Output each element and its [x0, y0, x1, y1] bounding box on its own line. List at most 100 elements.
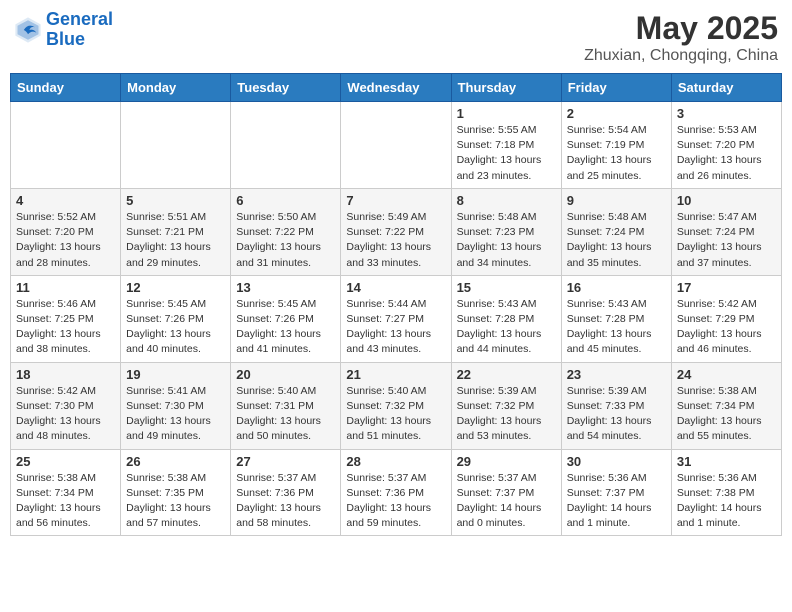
day-cell-14: 14 Sunrise: 5:44 AM Sunset: 7:27 PM Dayli… — [341, 275, 451, 362]
day-number: 19 — [126, 367, 225, 382]
day-info: Sunrise: 5:39 AM Sunset: 7:32 PM Dayligh… — [457, 384, 556, 445]
day-cell-30: 30Sunrise: 5:36 AM Sunset: 7:37 PM Dayli… — [561, 449, 671, 536]
day-info: Sunrise: 5:52 AM Sunset: 7:20 PM Dayligh… — [16, 210, 115, 271]
logo: GeneralBlue — [14, 10, 113, 50]
weekday-header-wednesday: Wednesday — [341, 74, 451, 102]
empty-cell — [11, 102, 121, 189]
day-number: 8 — [457, 193, 556, 208]
day-cell-17: 17 Sunrise: 5:42 AM Sunset: 7:29 PM Dayli… — [671, 275, 781, 362]
day-number: 11 — [16, 280, 115, 295]
day-number: 17 — [677, 280, 776, 295]
day-cell-8: 8 Sunrise: 5:48 AM Sunset: 7:23 PM Daylig… — [451, 188, 561, 275]
week-row-3: 11 Sunrise: 5:46 AM Sunset: 7:25 PM Dayli… — [11, 275, 782, 362]
day-number: 18 — [16, 367, 115, 382]
day-info: Sunrise: 5:39 AM Sunset: 7:33 PM Dayligh… — [567, 384, 666, 445]
day-info: Sunrise: 5:36 AM Sunset: 7:38 PM Dayligh… — [677, 471, 776, 532]
day-cell-10: 10 Sunrise: 5:47 AM Sunset: 7:24 PM Dayli… — [671, 188, 781, 275]
day-number: 24 — [677, 367, 776, 382]
day-cell-20: 20Sunrise: 5:40 AM Sunset: 7:31 PM Dayli… — [231, 362, 341, 449]
day-info: Sunrise: 5:48 AM Sunset: 7:23 PM Dayligh… — [457, 210, 556, 271]
day-info: Sunrise: 5:46 AM Sunset: 7:25 PM Dayligh… — [16, 297, 115, 358]
day-info: Sunrise: 5:37 AM Sunset: 7:37 PM Dayligh… — [457, 471, 556, 532]
day-info: Sunrise: 5:48 AM Sunset: 7:24 PM Dayligh… — [567, 210, 666, 271]
day-cell-27: 27Sunrise: 5:37 AM Sunset: 7:36 PM Dayli… — [231, 449, 341, 536]
day-info: Sunrise: 5:51 AM Sunset: 7:21 PM Dayligh… — [126, 210, 225, 271]
day-number: 14 — [346, 280, 445, 295]
week-row-2: 4 Sunrise: 5:52 AM Sunset: 7:20 PM Daylig… — [11, 188, 782, 275]
day-number: 25 — [16, 454, 115, 469]
day-number: 23 — [567, 367, 666, 382]
day-cell-19: 19Sunrise: 5:41 AM Sunset: 7:30 PM Dayli… — [121, 362, 231, 449]
day-number: 1 — [457, 106, 556, 121]
day-cell-18: 18 Sunrise: 5:42 AM Sunset: 7:30 PM Dayli… — [11, 362, 121, 449]
day-info: Sunrise: 5:43 AM Sunset: 7:28 PM Dayligh… — [567, 297, 666, 358]
day-cell-23: 23 Sunrise: 5:39 AM Sunset: 7:33 PM Dayli… — [561, 362, 671, 449]
day-info: Sunrise: 5:42 AM Sunset: 7:29 PM Dayligh… — [677, 297, 776, 358]
weekday-header-friday: Friday — [561, 74, 671, 102]
day-cell-4: 4 Sunrise: 5:52 AM Sunset: 7:20 PM Daylig… — [11, 188, 121, 275]
day-number: 27 — [236, 454, 335, 469]
week-row-5: 25Sunrise: 5:38 AM Sunset: 7:34 PM Dayli… — [11, 449, 782, 536]
day-cell-3: 3Sunrise: 5:53 AM Sunset: 7:20 PM Daylig… — [671, 102, 781, 189]
day-cell-26: 26Sunrise: 5:38 AM Sunset: 7:35 PM Dayli… — [121, 449, 231, 536]
week-row-1: 1 Sunrise: 5:55 AM Sunset: 7:18 PM Daylig… — [11, 102, 782, 189]
day-number: 2 — [567, 106, 666, 121]
day-info: Sunrise: 5:53 AM Sunset: 7:20 PM Dayligh… — [677, 123, 776, 184]
day-number: 29 — [457, 454, 556, 469]
day-cell-11: 11 Sunrise: 5:46 AM Sunset: 7:25 PM Dayli… — [11, 275, 121, 362]
day-cell-1: 1 Sunrise: 5:55 AM Sunset: 7:18 PM Daylig… — [451, 102, 561, 189]
page-header: GeneralBlue May 2025 Zhuxian, Chongqing,… — [10, 10, 782, 65]
location-title: Zhuxian, Chongqing, China — [584, 47, 778, 65]
weekday-header-saturday: Saturday — [671, 74, 781, 102]
day-number: 4 — [16, 193, 115, 208]
weekday-header-sunday: Sunday — [11, 74, 121, 102]
day-number: 12 — [126, 280, 225, 295]
day-info: Sunrise: 5:43 AM Sunset: 7:28 PM Dayligh… — [457, 297, 556, 358]
logo-text: GeneralBlue — [46, 10, 113, 50]
day-number: 7 — [346, 193, 445, 208]
day-info: Sunrise: 5:47 AM Sunset: 7:24 PM Dayligh… — [677, 210, 776, 271]
weekday-header-tuesday: Tuesday — [231, 74, 341, 102]
day-cell-31: 31Sunrise: 5:36 AM Sunset: 7:38 PM Dayli… — [671, 449, 781, 536]
day-number: 6 — [236, 193, 335, 208]
day-info: Sunrise: 5:45 AM Sunset: 7:26 PM Dayligh… — [236, 297, 335, 358]
empty-cell — [341, 102, 451, 189]
day-number: 22 — [457, 367, 556, 382]
day-number: 26 — [126, 454, 225, 469]
day-cell-24: 24 Sunrise: 5:38 AM Sunset: 7:34 PM Dayli… — [671, 362, 781, 449]
day-info: Sunrise: 5:49 AM Sunset: 7:22 PM Dayligh… — [346, 210, 445, 271]
day-number: 5 — [126, 193, 225, 208]
day-number: 10 — [677, 193, 776, 208]
day-info: Sunrise: 5:36 AM Sunset: 7:37 PM Dayligh… — [567, 471, 666, 532]
day-cell-6: 6 Sunrise: 5:50 AM Sunset: 7:22 PM Daylig… — [231, 188, 341, 275]
day-cell-25: 25Sunrise: 5:38 AM Sunset: 7:34 PM Dayli… — [11, 449, 121, 536]
day-info: Sunrise: 5:54 AM Sunset: 7:19 PM Dayligh… — [567, 123, 666, 184]
day-cell-22: 22 Sunrise: 5:39 AM Sunset: 7:32 PM Dayli… — [451, 362, 561, 449]
title-area: May 2025 Zhuxian, Chongqing, China — [584, 10, 778, 65]
day-info: Sunrise: 5:42 AM Sunset: 7:30 PM Dayligh… — [16, 384, 115, 445]
calendar-table: SundayMondayTuesdayWednesdayThursdayFrid… — [10, 73, 782, 536]
day-number: 15 — [457, 280, 556, 295]
day-number: 16 — [567, 280, 666, 295]
day-number: 21 — [346, 367, 445, 382]
logo-icon — [14, 16, 42, 44]
day-info: Sunrise: 5:37 AM Sunset: 7:36 PM Dayligh… — [346, 471, 445, 532]
day-info: Sunrise: 5:50 AM Sunset: 7:22 PM Dayligh… — [236, 210, 335, 271]
day-number: 13 — [236, 280, 335, 295]
day-cell-15: 15 Sunrise: 5:43 AM Sunset: 7:28 PM Dayli… — [451, 275, 561, 362]
empty-cell — [231, 102, 341, 189]
day-info: Sunrise: 5:44 AM Sunset: 7:27 PM Dayligh… — [346, 297, 445, 358]
empty-cell — [121, 102, 231, 189]
day-cell-28: 28Sunrise: 5:37 AM Sunset: 7:36 PM Dayli… — [341, 449, 451, 536]
day-info: Sunrise: 5:38 AM Sunset: 7:34 PM Dayligh… — [677, 384, 776, 445]
day-info: Sunrise: 5:55 AM Sunset: 7:18 PM Dayligh… — [457, 123, 556, 184]
day-cell-5: 5 Sunrise: 5:51 AM Sunset: 7:21 PM Daylig… — [121, 188, 231, 275]
week-row-4: 18 Sunrise: 5:42 AM Sunset: 7:30 PM Dayli… — [11, 362, 782, 449]
weekday-header-monday: Monday — [121, 74, 231, 102]
weekday-header-row: SundayMondayTuesdayWednesdayThursdayFrid… — [11, 74, 782, 102]
day-cell-29: 29 Sunrise: 5:37 AM Sunset: 7:37 PM Dayli… — [451, 449, 561, 536]
day-info: Sunrise: 5:40 AM Sunset: 7:32 PM Dayligh… — [346, 384, 445, 445]
day-number: 9 — [567, 193, 666, 208]
day-cell-16: 16 Sunrise: 5:43 AM Sunset: 7:28 PM Dayli… — [561, 275, 671, 362]
day-number: 20 — [236, 367, 335, 382]
